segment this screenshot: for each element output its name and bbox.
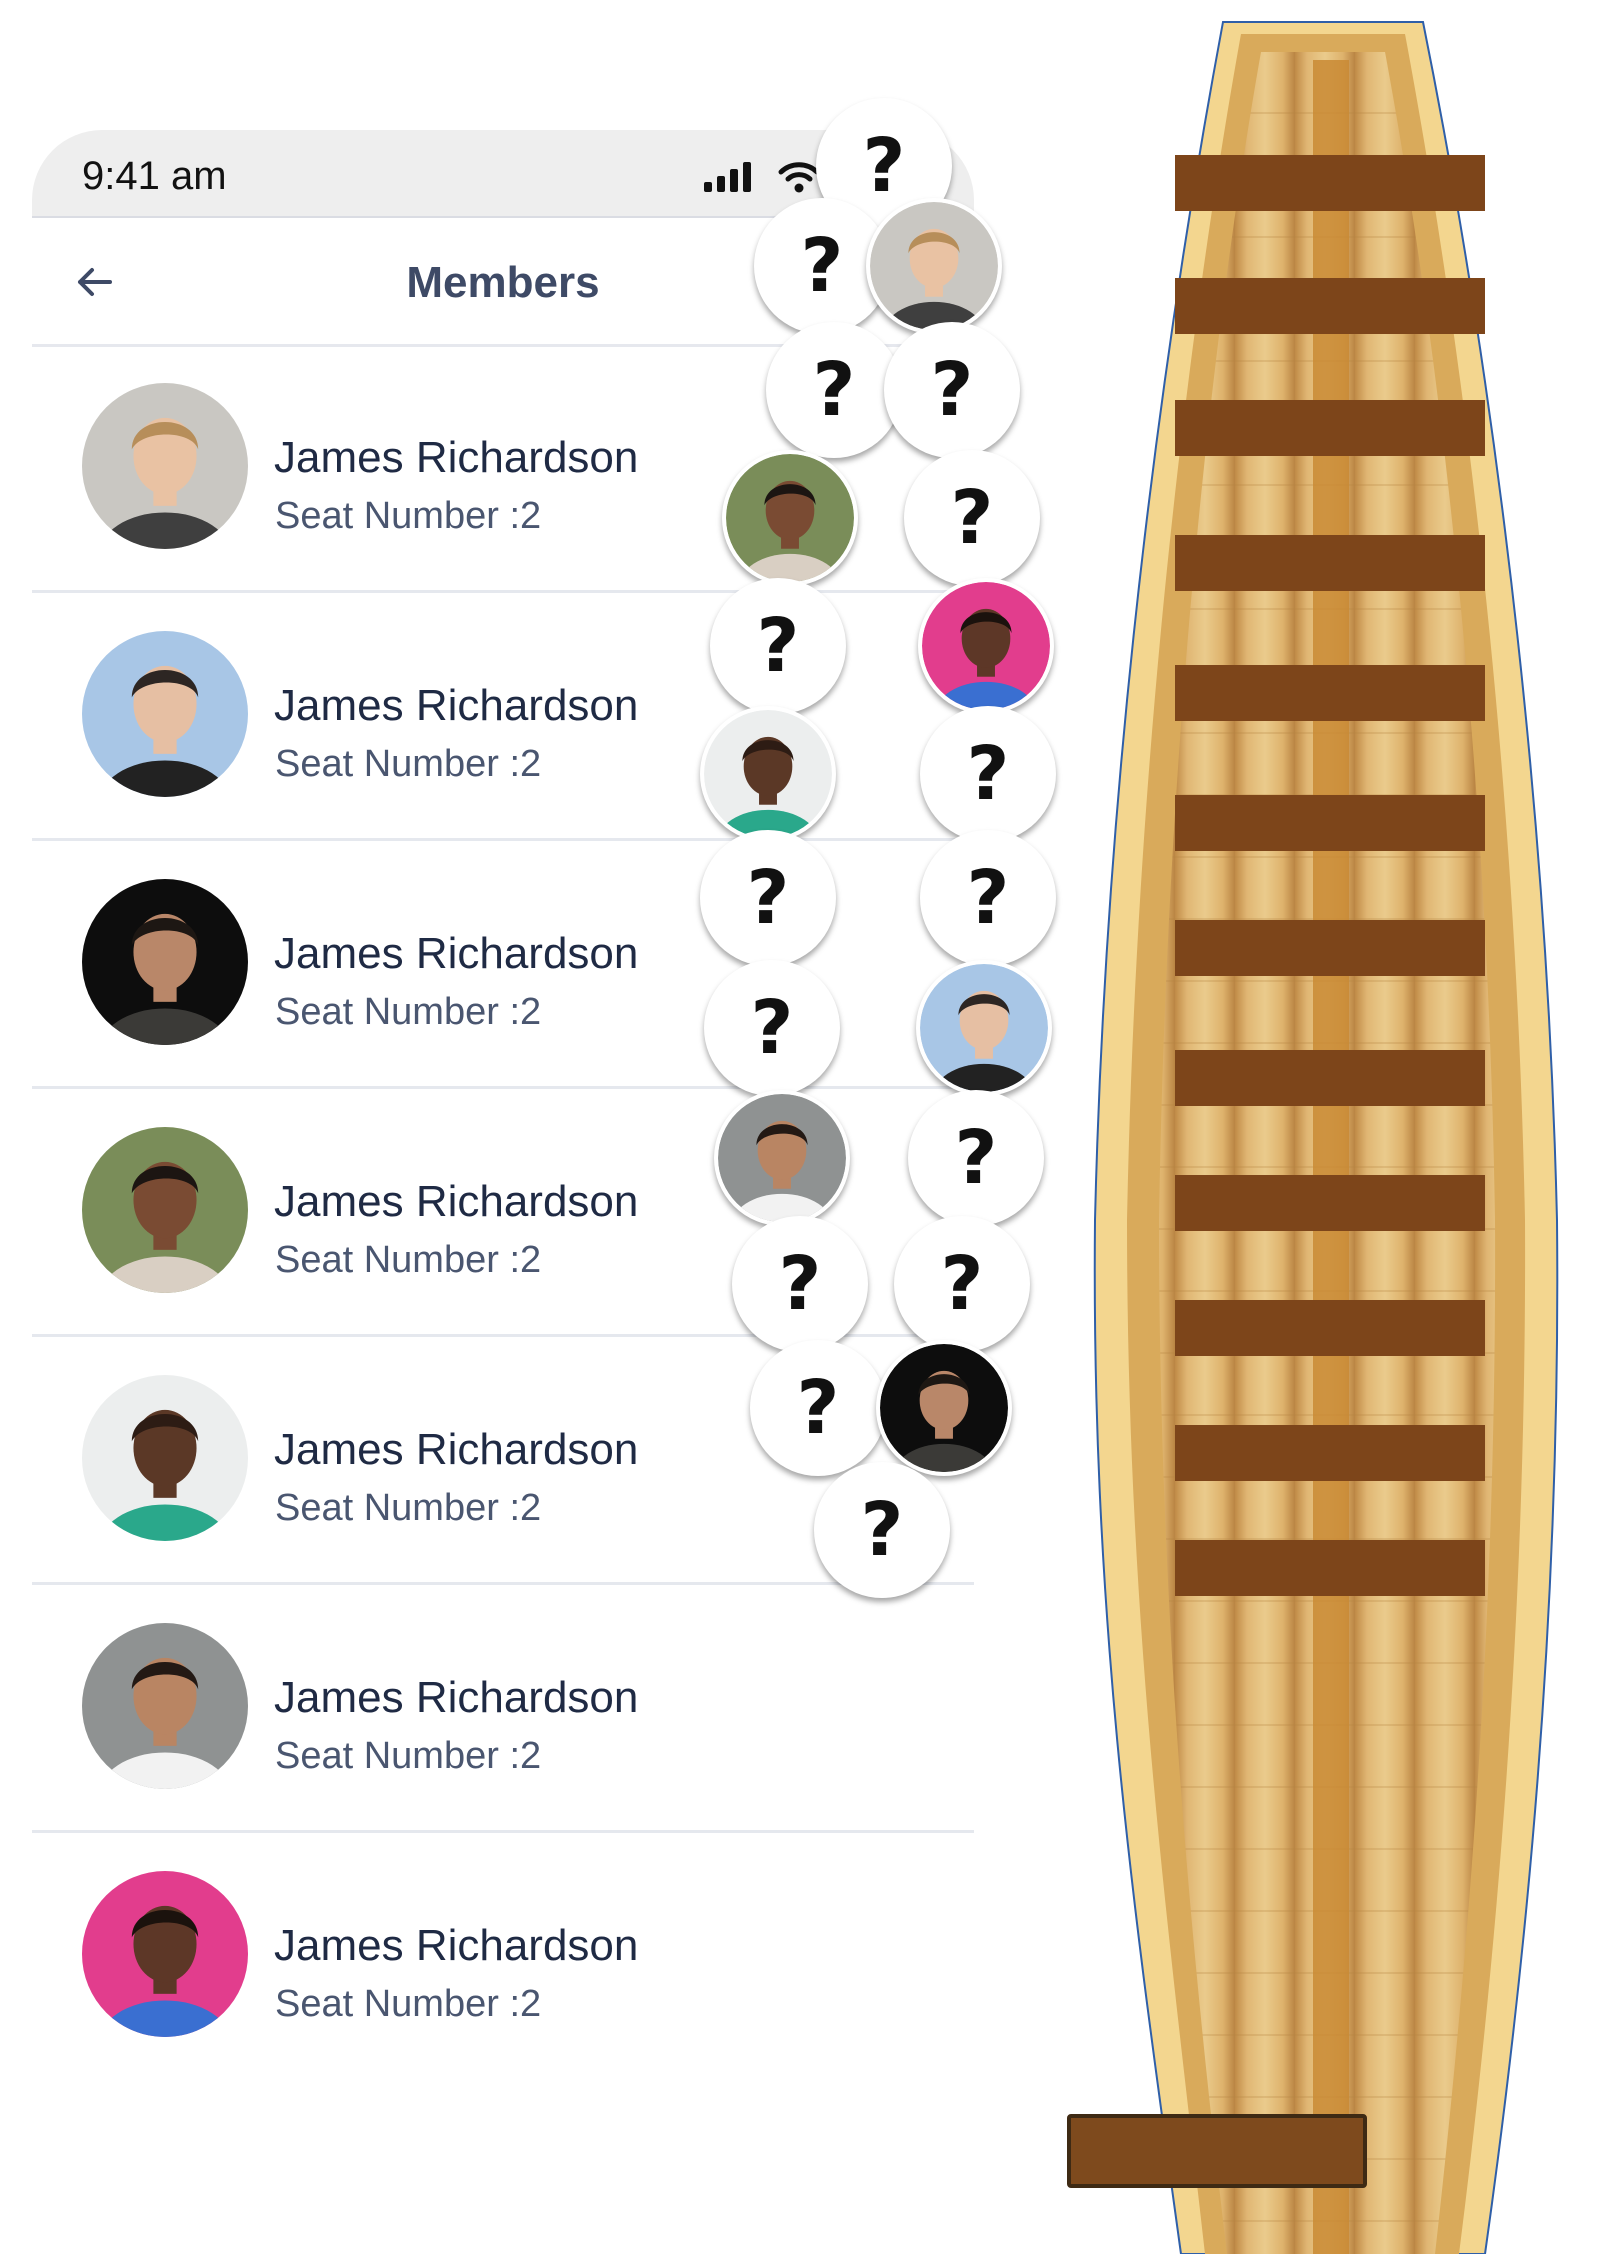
thwart-bench [1175,1175,1485,1231]
empty-seat[interactable]: ? [732,1216,868,1352]
member-name: James Richardson [274,929,639,978]
thwart-bench [1175,155,1485,211]
occupied-seat[interactable] [714,1090,850,1226]
thwart-bench [1175,535,1485,591]
occupied-seat[interactable] [916,960,1052,1096]
empty-seat[interactable]: ? [920,706,1056,842]
empty-seat[interactable]: ? [704,960,840,1096]
status-time: 9:41 am [82,154,227,198]
member-seat-number: Seat Number :2 [275,743,542,785]
question-mark-icon: ? [750,985,794,1071]
boat-seating-map: ??????????????? [700,20,1607,2254]
member-avatar [82,1623,248,1789]
thwart-bench [1175,400,1485,456]
wifi-icon [778,162,820,193]
member-seat-number: Seat Number :2 [275,495,542,537]
member-seat-number: Seat Number :2 [275,1239,542,1281]
seat-avatar [718,1094,846,1222]
member-seat-number: Seat Number :2 [275,991,542,1033]
empty-seat[interactable]: ? [908,1090,1044,1226]
seat-avatar [920,964,1048,1092]
occupied-seat[interactable] [866,198,1002,334]
occupied-seat[interactable] [722,450,858,586]
cellular-signal-icon [704,162,751,192]
occupied-seat[interactable] [700,706,836,842]
question-mark-icon: ? [966,855,1010,941]
occupied-seat[interactable] [918,578,1054,714]
thwart-bench [1175,665,1485,721]
empty-seat[interactable]: ? [700,830,836,966]
member-avatar [82,879,248,1045]
member-avatar [82,1871,248,2037]
empty-seat[interactable]: ? [904,450,1040,586]
thwart-bench [1175,1425,1485,1481]
member-seat-number: Seat Number :2 [275,1983,542,2025]
empty-seat[interactable]: ? [920,830,1056,966]
member-name: James Richardson [274,433,639,482]
member-avatar [82,383,248,549]
question-mark-icon: ? [796,1365,840,1451]
question-mark-icon: ? [940,1241,984,1327]
steering-oar [1067,2114,1367,2188]
member-row[interactable]: James Richardson Seat Number :2 [32,1833,974,2078]
question-mark-icon: ? [778,1241,822,1327]
thwart-bench [1175,1540,1485,1596]
question-mark-icon: ? [860,1487,904,1573]
empty-seat[interactable]: ? [750,1340,886,1476]
thwart-bench [1175,1050,1485,1106]
question-mark-icon: ? [930,347,974,433]
empty-seat[interactable]: ? [894,1216,1030,1352]
member-seat-number: Seat Number :2 [275,1487,542,1529]
thwart-bench [1175,1300,1485,1356]
question-mark-icon: ? [746,855,790,941]
question-mark-icon: ? [950,475,994,561]
member-avatar [82,631,248,797]
member-name: James Richardson [274,1673,639,1722]
member-seat-number: Seat Number :2 [275,1735,542,1777]
occupied-seat[interactable] [876,1340,1012,1476]
empty-seat[interactable]: ? [884,322,1020,458]
seat-avatar [704,710,832,838]
question-mark-icon: ? [756,603,800,689]
thwart-bench [1175,795,1485,851]
seat-avatar [880,1344,1008,1472]
thwart-bench [1175,920,1485,976]
question-mark-icon: ? [966,731,1010,817]
seat-avatar [726,454,854,582]
empty-seat[interactable]: ? [766,322,902,458]
member-name: James Richardson [274,1921,639,1970]
empty-seat[interactable]: ? [710,578,846,714]
question-mark-icon: ? [954,1115,998,1201]
boat-hull [1093,21,1559,2254]
empty-seat[interactable]: ? [814,1462,950,1598]
member-avatar [82,1375,248,1541]
question-mark-icon: ? [812,347,856,433]
seat-avatar [922,582,1050,710]
member-name: James Richardson [274,681,639,730]
thwart-bench [1175,278,1485,334]
seat-avatar [870,202,998,330]
member-avatar [82,1127,248,1293]
member-name: James Richardson [274,1177,639,1226]
member-row[interactable]: James Richardson Seat Number :2 [32,1585,974,1833]
member-name: James Richardson [274,1425,639,1474]
